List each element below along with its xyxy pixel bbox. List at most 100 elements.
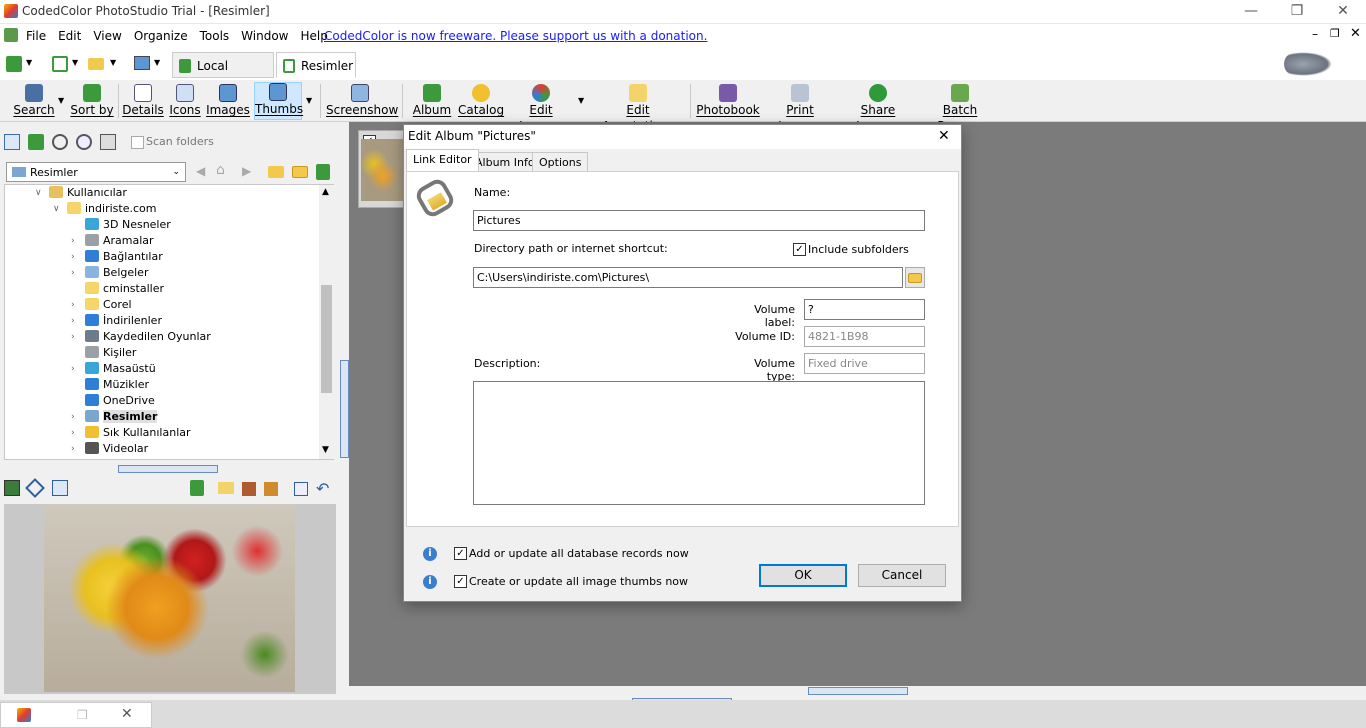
tree-item[interactable]: › Sık Kullanılanlar bbox=[71, 425, 191, 441]
new-folder-icon[interactable] bbox=[292, 166, 308, 178]
print-images-button[interactable]: Print Images bbox=[764, 84, 836, 133]
collapse-left-panel-handle[interactable] bbox=[340, 360, 349, 458]
restore-button[interactable]: ❐ bbox=[1274, 0, 1320, 24]
album-button[interactable]: Album bbox=[410, 84, 454, 122]
tree-item[interactable]: › Bağlantılar bbox=[71, 249, 163, 265]
tree-item[interactable]: Kişiler bbox=[85, 345, 136, 361]
chevron-right-icon[interactable]: › bbox=[71, 361, 75, 377]
tree-item[interactable]: › Belgeler bbox=[71, 265, 148, 281]
chevron-down-icon[interactable]: ▼ bbox=[26, 58, 32, 67]
tree-item[interactable]: › İndirilenler bbox=[71, 313, 162, 329]
thumbs-view-button[interactable]: Thumbs bbox=[254, 82, 303, 120]
chevron-down-icon[interactable]: ∨ bbox=[53, 201, 60, 217]
batch-process-button[interactable]: Batch Process bbox=[920, 84, 1000, 133]
tree-item[interactable]: Müzikler bbox=[85, 377, 149, 393]
search-icon[interactable] bbox=[52, 134, 68, 150]
chevron-right-icon[interactable]: › bbox=[71, 441, 75, 457]
preview-image[interactable] bbox=[44, 504, 295, 692]
splitter-handle[interactable] bbox=[118, 465, 218, 473]
chevron-down-icon[interactable]: ▼ bbox=[154, 58, 160, 67]
tree-item[interactable]: 3D Nesneler bbox=[85, 217, 171, 233]
browse-folder-button[interactable] bbox=[905, 267, 925, 288]
menu-file[interactable]: File bbox=[20, 25, 52, 47]
edit-icon[interactable] bbox=[242, 482, 256, 496]
open-album-icon[interactable] bbox=[52, 56, 68, 72]
tree-item[interactable]: OneDrive bbox=[85, 393, 155, 409]
new-album-icon[interactable] bbox=[6, 56, 22, 72]
folder-up-icon[interactable] bbox=[268, 166, 284, 178]
preview-tab-image-icon[interactable] bbox=[4, 480, 20, 496]
folders-view-icon[interactable] bbox=[4, 134, 20, 150]
screenshow-button[interactable]: Screenshow bbox=[326, 84, 398, 122]
tree-item[interactable]: › Aramalar bbox=[71, 233, 154, 249]
menu-tools[interactable]: Tools bbox=[194, 25, 236, 47]
mdi-close-button[interactable]: ✕ bbox=[1350, 26, 1361, 41]
close-button[interactable]: ✕ bbox=[1320, 0, 1366, 24]
chevron-right-icon[interactable]: › bbox=[71, 425, 75, 441]
album-add-icon[interactable] bbox=[316, 164, 330, 180]
tree-item[interactable]: ∨ Kullanıcılar bbox=[35, 185, 127, 201]
folder-select[interactable]: Resimler ⌄ bbox=[6, 162, 186, 182]
menu-window[interactable]: Window bbox=[235, 25, 294, 47]
sort-by-button[interactable]: Sort by bbox=[70, 84, 114, 122]
menu-view[interactable]: View bbox=[87, 25, 127, 47]
splitter-handle[interactable] bbox=[808, 687, 908, 695]
tab-album-info[interactable]: Album Info bbox=[468, 152, 542, 173]
menu-edit[interactable]: Edit bbox=[52, 25, 87, 47]
annotation-icon[interactable] bbox=[218, 482, 234, 494]
undo-icon[interactable]: ↶ bbox=[316, 479, 329, 498]
clock-icon[interactable] bbox=[76, 134, 92, 150]
image-thumbs-checkbox[interactable]: ✓ bbox=[454, 575, 467, 588]
album-tree-icon[interactable] bbox=[28, 134, 44, 150]
minimized-window[interactable]: ❐ ✕ bbox=[0, 702, 152, 728]
home-icon[interactable]: ⌂ bbox=[216, 162, 225, 178]
thumbnail[interactable]: ✓ bbox=[358, 130, 408, 208]
share-images-button[interactable]: Share Images bbox=[840, 84, 916, 133]
mdi-minimize-button[interactable]: – bbox=[1312, 27, 1318, 41]
tree-item[interactable]: › Kaydedilen Oyunlar bbox=[71, 329, 211, 345]
chevron-down-icon[interactable]: ▼ bbox=[306, 96, 312, 105]
chevron-right-icon[interactable]: › bbox=[71, 329, 75, 345]
chevron-down-icon[interactable]: ▼ bbox=[578, 96, 584, 105]
icons-view-button[interactable]: Icons bbox=[168, 84, 202, 122]
tree-item[interactable]: › Masaüstü bbox=[71, 361, 156, 377]
album-icon[interactable] bbox=[190, 480, 204, 496]
tab-link-editor[interactable]: Link Editor bbox=[406, 149, 479, 171]
search-button[interactable]: Search bbox=[12, 84, 56, 122]
scroll-up-icon[interactable]: ▲ bbox=[322, 187, 329, 197]
scroll-down-icon[interactable]: ▼ bbox=[322, 445, 329, 455]
catalog-button[interactable]: Catalog bbox=[458, 84, 504, 122]
tab-resimler[interactable]: Resimler bbox=[276, 52, 356, 78]
chevron-down-icon[interactable]: ▼ bbox=[110, 58, 116, 67]
settings-icon[interactable] bbox=[100, 134, 116, 150]
scan-folders-checkbox[interactable] bbox=[131, 136, 144, 149]
chevron-down-icon[interactable]: ∨ bbox=[35, 185, 42, 201]
chevron-right-icon[interactable]: › bbox=[71, 297, 75, 313]
back-icon[interactable]: ◀ bbox=[196, 164, 205, 178]
details-view-button[interactable]: Details bbox=[122, 84, 164, 122]
close-icon[interactable]: ✕ bbox=[121, 706, 133, 722]
images-view-button[interactable]: Images bbox=[206, 84, 250, 122]
minimize-button[interactable]: — bbox=[1228, 0, 1274, 24]
tree-scrollbar[interactable]: ▲ ▼ bbox=[319, 185, 334, 459]
photobook-button[interactable]: Photobook bbox=[696, 84, 760, 122]
name-field[interactable]: Pictures bbox=[473, 210, 925, 231]
dialog-close-icon[interactable]: ✕ bbox=[938, 128, 950, 144]
tree-item[interactable]: › Resimler bbox=[71, 409, 158, 425]
chevron-down-icon[interactable]: ▼ bbox=[72, 58, 78, 67]
include-subfolders-checkbox[interactable]: ✓ bbox=[793, 243, 806, 256]
chevron-right-icon[interactable]: › bbox=[71, 249, 75, 265]
image-icon[interactable] bbox=[134, 56, 150, 70]
tab-local-albums[interactable]: Local Albums bbox=[172, 52, 274, 99]
adjust-icon[interactable] bbox=[264, 482, 278, 496]
directory-field[interactable]: C:\Users\indiriste.com\Pictures\ bbox=[473, 267, 903, 288]
freeware-link[interactable]: CodedColor is now freeware. Please suppo… bbox=[324, 29, 707, 43]
properties-icon[interactable] bbox=[294, 482, 308, 496]
chevron-down-icon[interactable]: ▼ bbox=[58, 96, 64, 105]
tree-item[interactable]: ∨ indiriste.com bbox=[53, 201, 156, 217]
chevron-right-icon[interactable]: › bbox=[71, 233, 75, 249]
restore-icon[interactable]: ❐ bbox=[77, 708, 88, 722]
cancel-button[interactable]: Cancel bbox=[858, 564, 946, 587]
edit-annotations-button[interactable]: Edit Annotations bbox=[592, 84, 684, 133]
chevron-right-icon[interactable]: › bbox=[71, 265, 75, 281]
